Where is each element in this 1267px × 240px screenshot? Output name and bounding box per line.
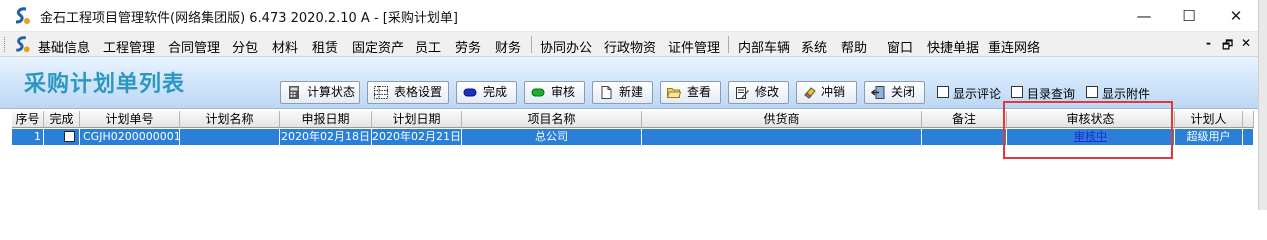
green-pill-icon	[531, 88, 545, 97]
menu-quick-forms[interactable]: 快捷单据	[927, 37, 979, 56]
menu-vehicles[interactable]: 内部车辆	[738, 37, 790, 56]
new-button[interactable]: 新建	[592, 81, 653, 104]
page-title: 采购计划单列表	[24, 72, 186, 97]
show-comments-checkbox[interactable]	[937, 86, 949, 98]
window-title-bar: 金石工程项目管理软件(网络集团版) 6.473 2020.2.10 A - [采…	[0, 0, 1267, 32]
edit-document-icon	[736, 87, 749, 99]
edit-label: 修改	[755, 85, 780, 99]
cell-supplier	[642, 129, 922, 145]
menu-window[interactable]: 窗口	[887, 37, 913, 56]
menu-separator	[531, 36, 532, 53]
directory-query-label: 目录查询	[1027, 87, 1076, 101]
new-document-icon	[601, 86, 612, 99]
menu-contract-mgmt[interactable]: 合同管理	[168, 37, 220, 56]
grid-row-indicator	[0, 111, 12, 210]
menu-certificates[interactable]: 证件管理	[668, 37, 720, 56]
col-header-declare-date[interactable]: 申报日期	[280, 111, 372, 128]
cell-planner: 超级用户	[1175, 129, 1243, 145]
menu-reconnect[interactable]: 重连网络	[988, 37, 1040, 56]
complete-label: 完成	[483, 85, 508, 99]
view-button[interactable]: 查看	[660, 81, 721, 104]
mdi-minimize-button[interactable]: -	[1206, 36, 1211, 50]
window-title: 金石工程项目管理软件(网络集团版) 6.473 2020.2.10 A - [采…	[40, 11, 458, 26]
calc-status-label: 计算状态	[307, 85, 356, 99]
cell-plan-no: CGJH0200000001	[80, 129, 180, 145]
audit-button[interactable]: 审核	[524, 81, 585, 104]
edit-button[interactable]: 修改	[728, 81, 789, 104]
table-settings-label: 表格设置	[394, 85, 443, 99]
close-window-button[interactable]: ✕	[1213, 0, 1259, 32]
menu-leasing[interactable]: 租赁	[312, 37, 338, 56]
show-attachments-label: 显示附件	[1102, 87, 1151, 101]
col-header-project[interactable]: 项目名称	[462, 111, 642, 128]
row-complete-checkbox[interactable]	[64, 131, 75, 142]
cell-audit-status: 审核中	[1007, 129, 1175, 145]
reverse-button[interactable]: 冲销	[796, 81, 857, 104]
menu-fixed-assets[interactable]: 固定资产	[352, 37, 404, 56]
menu-staff[interactable]: 员工	[415, 37, 441, 56]
cell-complete	[44, 129, 80, 145]
blue-pill-icon	[463, 88, 477, 97]
view-label: 查看	[687, 85, 712, 99]
col-header-supplier[interactable]: 供货商	[642, 111, 922, 128]
menu-grip[interactable]	[4, 37, 8, 52]
menu-subcontract[interactable]: 分包	[232, 37, 258, 56]
complete-button[interactable]: 完成	[456, 81, 517, 104]
menu-basic-info[interactable]: 基础信息	[38, 37, 90, 56]
menu-finance[interactable]: 财务	[495, 37, 521, 56]
cell-project: 总公司	[462, 129, 642, 145]
maximize-button[interactable]: ☐	[1166, 0, 1212, 32]
menu-labor[interactable]: 劳务	[455, 37, 481, 56]
audit-label: 审核	[551, 85, 576, 99]
col-header-planner[interactable]: 计划人	[1175, 111, 1243, 128]
calculator-icon	[289, 86, 299, 99]
menu-system[interactable]: 系统	[801, 37, 827, 56]
cell-index: 1	[12, 129, 44, 145]
col-header-audit-status[interactable]: 审核状态	[1007, 111, 1175, 128]
exit-door-icon	[871, 86, 885, 99]
reverse-label: 冲销	[821, 85, 846, 99]
col-header-plan-date[interactable]: 计划日期	[372, 111, 462, 128]
col-header-plan-name[interactable]: 计划名称	[180, 111, 280, 128]
show-comments-label: 显示评论	[953, 87, 1002, 101]
col-header-complete[interactable]: 完成	[44, 111, 80, 128]
cell-plan-name	[180, 129, 280, 145]
eraser-icon	[804, 87, 816, 99]
menu-help[interactable]: 帮助	[841, 37, 867, 56]
audit-status-link[interactable]: 审核中	[1074, 130, 1107, 143]
cell-declare-date: 2020年02月18日	[281, 129, 372, 145]
new-label: 新建	[619, 85, 644, 99]
mdi-close-button[interactable]: ✕	[1241, 36, 1251, 50]
window-right-edge	[1258, 0, 1267, 210]
col-header-index[interactable]: 序号	[12, 111, 44, 128]
menu-separator	[728, 36, 729, 53]
menu-project-mgmt[interactable]: 工程管理	[103, 37, 155, 56]
menu-bar: 基础信息 工程管理 合同管理 分包 材料 租赁 固定资产 员工 劳务 财务 协同…	[0, 32, 1258, 57]
menu-admin-supplies[interactable]: 行政物资	[604, 37, 656, 56]
calc-status-button[interactable]: 计算状态	[280, 81, 360, 104]
cell-extra	[1243, 129, 1254, 145]
table-settings-button[interactable]: 表格设置	[367, 81, 449, 104]
menu-logo-icon	[16, 36, 30, 53]
table-row[interactable]: 1 CGJH0200000001 2020年02月18日 2020年02月21日…	[12, 129, 1254, 145]
table-grid-icon	[374, 86, 388, 99]
cell-plan-date: 2020年02月21日	[372, 129, 462, 145]
list-header: 采购计划单列表 计算状态 表格设置 完成 审核 新建 查看 修改 冲销 关闭 显…	[0, 57, 1258, 109]
close-list-label: 关闭	[891, 85, 916, 99]
col-header-extra[interactable]	[1243, 111, 1254, 128]
col-header-remark[interactable]: 备注	[922, 111, 1007, 128]
directory-query-checkbox[interactable]	[1011, 86, 1023, 98]
cell-remark	[922, 129, 1007, 145]
menu-materials[interactable]: 材料	[272, 37, 298, 56]
menu-collab-office[interactable]: 协同办公	[540, 37, 592, 56]
app-logo-icon	[15, 7, 30, 24]
col-header-plan-no[interactable]: 计划单号	[80, 111, 180, 128]
minimize-button[interactable]: —	[1121, 0, 1167, 32]
mdi-restore-button[interactable]: 🗗	[1222, 36, 1233, 57]
close-list-button[interactable]: 关闭	[864, 81, 925, 104]
show-attachments-checkbox[interactable]	[1086, 86, 1098, 98]
plan-list-grid: 序号 完成 计划单号 计划名称 申报日期 计划日期 项目名称 供货商 备注 审核…	[12, 111, 1254, 210]
folder-open-icon	[667, 88, 681, 98]
